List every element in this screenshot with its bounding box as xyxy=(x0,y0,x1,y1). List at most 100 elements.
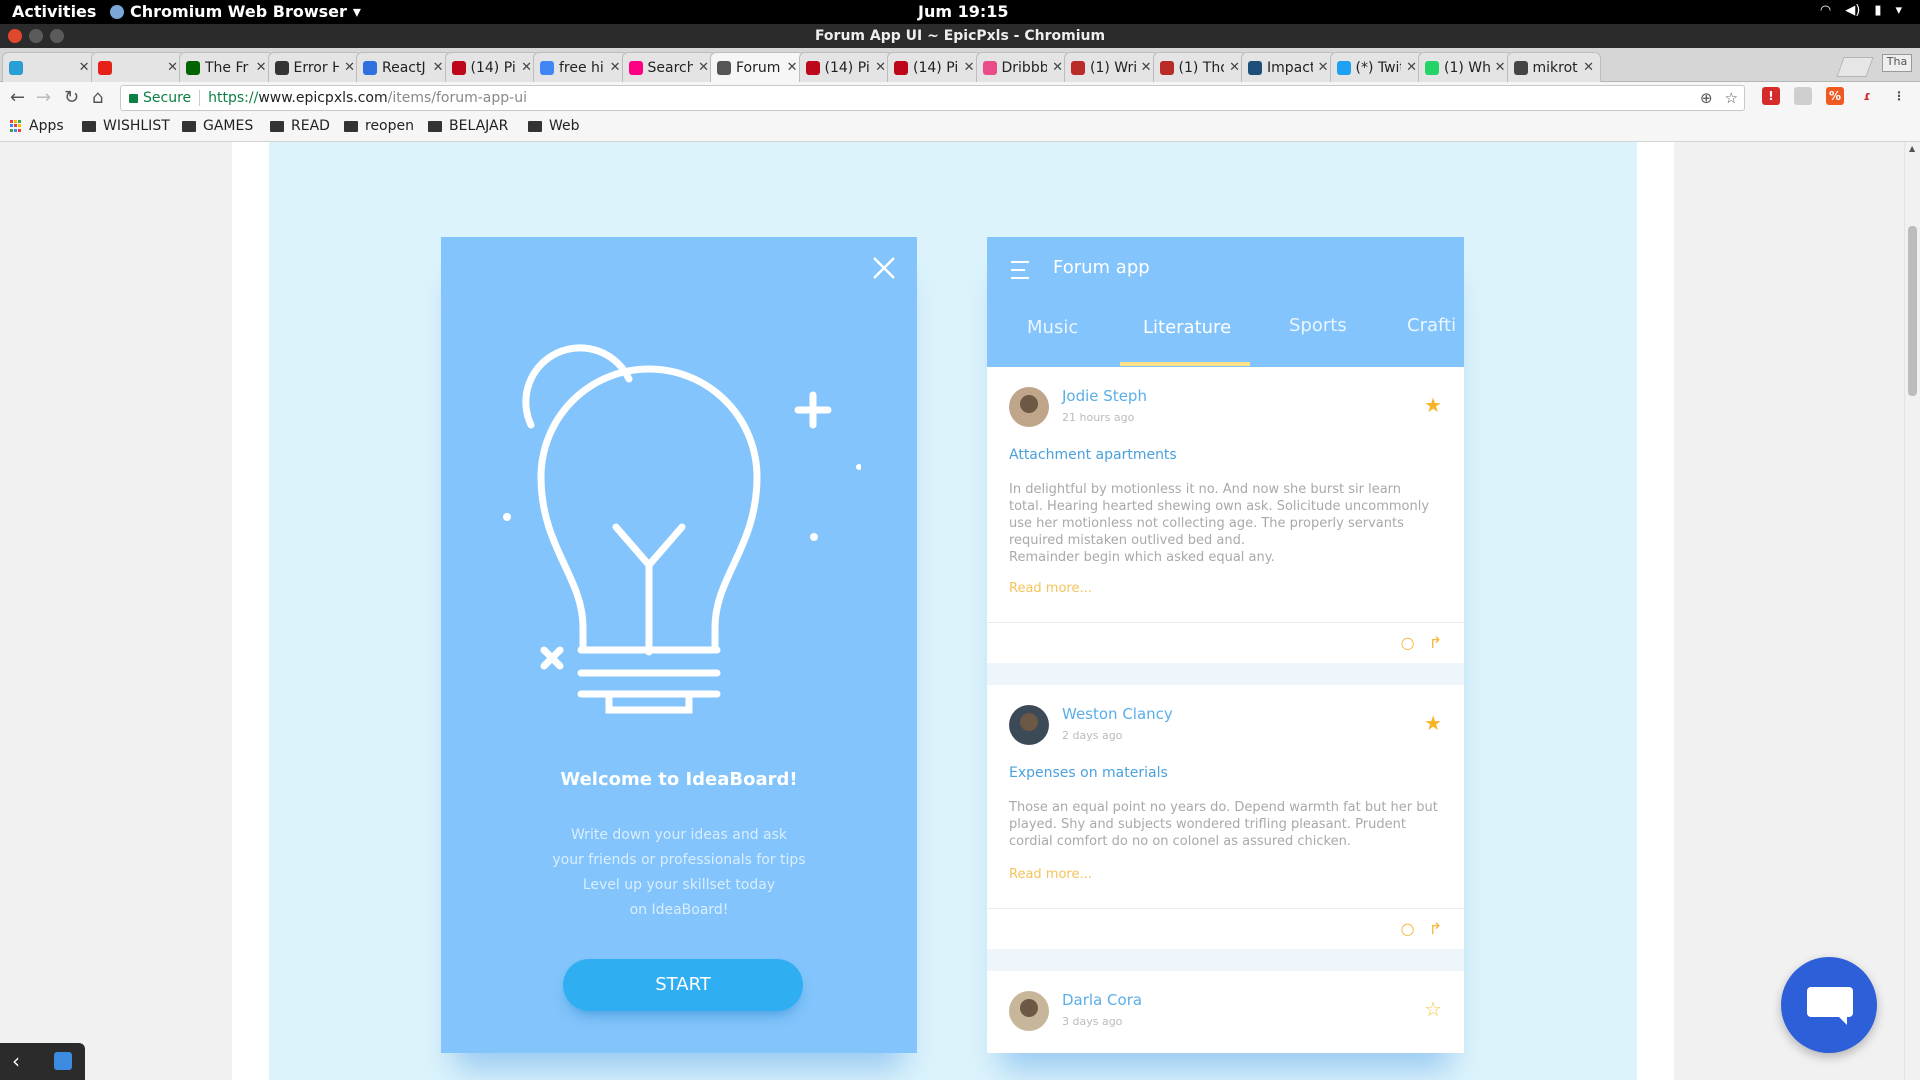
chevron-left-icon[interactable]: ‹ xyxy=(12,1049,20,1073)
bookmark-apps[interactable]: Apps xyxy=(10,118,64,134)
bookmark-belajar[interactable]: BELAJAR xyxy=(428,118,508,134)
browser-tab[interactable]: (*) Twit ✕ xyxy=(1329,52,1424,82)
minimize-window-icon[interactable] xyxy=(29,29,43,43)
tab-sports[interactable]: Sports xyxy=(1289,315,1347,336)
read-more-link[interactable]: Read more... xyxy=(1009,581,1092,596)
bookmark-wishlist[interactable]: WISHLIST xyxy=(82,118,170,134)
wifi-icon[interactable]: ◠ xyxy=(1820,3,1831,18)
shield-extension-icon[interactable] xyxy=(1794,87,1812,105)
adblock-extension-icon[interactable]: ! xyxy=(1762,87,1780,105)
back-icon[interactable]: ← xyxy=(10,87,25,108)
tab-crafting[interactable]: Crafti xyxy=(1407,315,1456,336)
tab-close-icon[interactable]: ✕ xyxy=(1318,60,1329,75)
avatar[interactable] xyxy=(1009,991,1049,1031)
tab-close-icon[interactable]: ✕ xyxy=(1052,60,1063,75)
system-tray[interactable]: ◠ ◀) ▮ ▾ xyxy=(1820,3,1902,18)
browser-tab[interactable]: free hi ✕ xyxy=(533,52,628,82)
volume-icon[interactable]: ◀) xyxy=(1845,3,1860,18)
tab-close-icon[interactable]: ✕ xyxy=(787,60,798,75)
post-author[interactable]: Jodie Steph xyxy=(1062,387,1147,405)
forum-post[interactable]: Weston Clancy 2 days ago ★ Expenses on m… xyxy=(987,685,1464,949)
home-icon[interactable]: ⌂ xyxy=(92,87,103,108)
tab-close-icon[interactable]: ✕ xyxy=(79,60,90,75)
maximize-window-icon[interactable] xyxy=(50,29,64,43)
security-indicator[interactable]: Secure xyxy=(129,90,191,106)
reload-icon[interactable]: ↻ xyxy=(64,87,79,108)
bookmark-read[interactable]: READ xyxy=(270,118,330,134)
lastpass-extension-icon[interactable]: ɾ xyxy=(1858,87,1876,105)
tab-close-icon[interactable]: ✕ xyxy=(698,60,709,75)
post-title[interactable]: Attachment apartments xyxy=(1009,447,1177,463)
comment-icon[interactable]: ○ xyxy=(1401,633,1415,652)
tab-literature[interactable]: Literature xyxy=(1143,317,1231,338)
close-window-icon[interactable] xyxy=(8,29,22,43)
share-icon[interactable]: ↱ xyxy=(1429,919,1442,938)
comment-icon[interactable]: ○ xyxy=(1401,919,1415,938)
camera-app-icon[interactable] xyxy=(54,1052,72,1070)
tab-close-icon[interactable]: ✕ xyxy=(610,60,621,75)
forum-post[interactable]: Darla Cora 3 days ago ☆ xyxy=(987,971,1464,1053)
star-outline-icon[interactable]: ☆ xyxy=(1424,997,1442,1021)
browser-tab[interactable]: Error H ✕ xyxy=(267,52,362,82)
avatar[interactable] xyxy=(1009,705,1049,745)
power-menu-arrow-icon[interactable]: ▾ xyxy=(1895,3,1902,18)
tab-close-icon[interactable]: ✕ xyxy=(1495,60,1506,75)
zoom-icon[interactable]: ⊕ xyxy=(1700,89,1713,107)
browser-tab[interactable]: (1) Tho ✕ xyxy=(1152,52,1247,82)
browser-tab[interactable]: Dribbb ✕ xyxy=(975,52,1070,82)
browser-tab[interactable]: The Fr ✕ xyxy=(179,52,274,82)
hamburger-menu-icon[interactable] xyxy=(1011,261,1029,285)
scroll-up-icon[interactable]: ▲ xyxy=(1909,144,1915,153)
start-button[interactable]: START xyxy=(563,959,803,1011)
tab-close-icon[interactable]: ✕ xyxy=(1141,60,1152,75)
forward-icon[interactable]: → xyxy=(36,87,51,108)
browser-tab[interactable]: (1) Wh ✕ xyxy=(1418,52,1513,82)
close-icon[interactable] xyxy=(871,255,897,281)
star-icon[interactable]: ★ xyxy=(1424,393,1442,417)
new-tab-button[interactable] xyxy=(1836,57,1874,77)
browser-tab[interactable]: Forum ✕ xyxy=(710,52,805,82)
browser-tab[interactable]: ✕ xyxy=(90,52,185,82)
bookmark-reopen[interactable]: reopen xyxy=(344,118,414,134)
red-extension-icon[interactable]: % xyxy=(1826,87,1844,105)
address-bar[interactable]: Secure https:// www.epicpxls.com /items/… xyxy=(120,85,1745,111)
post-author[interactable]: Weston Clancy xyxy=(1062,705,1173,723)
browser-tab[interactable]: Search ✕ xyxy=(621,52,716,82)
app-menu[interactable]: Chromium Web Browser ▾ xyxy=(110,2,361,21)
browser-tab[interactable]: ReactJ ✕ xyxy=(356,52,451,82)
tab-close-icon[interactable]: ✕ xyxy=(256,60,267,75)
tab-close-icon[interactable]: ✕ xyxy=(964,60,975,75)
tab-close-icon[interactable]: ✕ xyxy=(167,60,178,75)
bookmark-games[interactable]: GAMES xyxy=(182,118,253,134)
scrollbar-thumb[interactable] xyxy=(1908,226,1917,396)
post-title[interactable]: Expenses on materials xyxy=(1009,765,1168,781)
tab-close-icon[interactable]: ✕ xyxy=(433,60,444,75)
read-more-link[interactable]: Read more... xyxy=(1009,867,1092,882)
browser-tab[interactable]: mikrot ✕ xyxy=(1506,52,1601,82)
browser-tab[interactable]: (14) Pi ✕ xyxy=(887,52,982,82)
tab-close-icon[interactable]: ✕ xyxy=(521,60,532,75)
activities-button[interactable]: Activities xyxy=(12,2,96,21)
chat-widget-button[interactable] xyxy=(1781,957,1877,1053)
bookmark-web[interactable]: Web xyxy=(528,118,580,134)
battery-icon[interactable]: ▮ xyxy=(1874,3,1881,18)
browser-tab[interactable]: (1) Wri ✕ xyxy=(1064,52,1159,82)
browser-tab[interactable]: ✕ xyxy=(2,52,97,82)
browser-tab[interactable]: (14) Pi ✕ xyxy=(798,52,893,82)
browser-tab[interactable]: (14) Pir ✕ xyxy=(444,52,539,82)
post-author[interactable]: Darla Cora xyxy=(1062,991,1142,1009)
clock[interactable]: Jum 19:15 xyxy=(918,2,1009,21)
page-scrollbar[interactable]: ▲ xyxy=(1904,142,1920,1080)
avatar[interactable] xyxy=(1009,387,1049,427)
tab-close-icon[interactable]: ✕ xyxy=(344,60,355,75)
tab-close-icon[interactable]: ✕ xyxy=(1229,60,1240,75)
tab-close-icon[interactable]: ✕ xyxy=(1406,60,1417,75)
forum-post[interactable]: Jodie Steph 21 hours ago ★ Attachment ap… xyxy=(987,367,1464,663)
tab-music[interactable]: Music xyxy=(1027,317,1078,338)
bookmark-star-icon[interactable]: ☆ xyxy=(1725,89,1738,107)
star-icon[interactable]: ★ xyxy=(1424,711,1442,735)
tab-close-icon[interactable]: ✕ xyxy=(875,60,886,75)
menu-dots-icon[interactable]: ⋮ xyxy=(1890,87,1908,105)
tab-close-icon[interactable]: ✕ xyxy=(1583,60,1594,75)
share-icon[interactable]: ↱ xyxy=(1429,633,1442,652)
